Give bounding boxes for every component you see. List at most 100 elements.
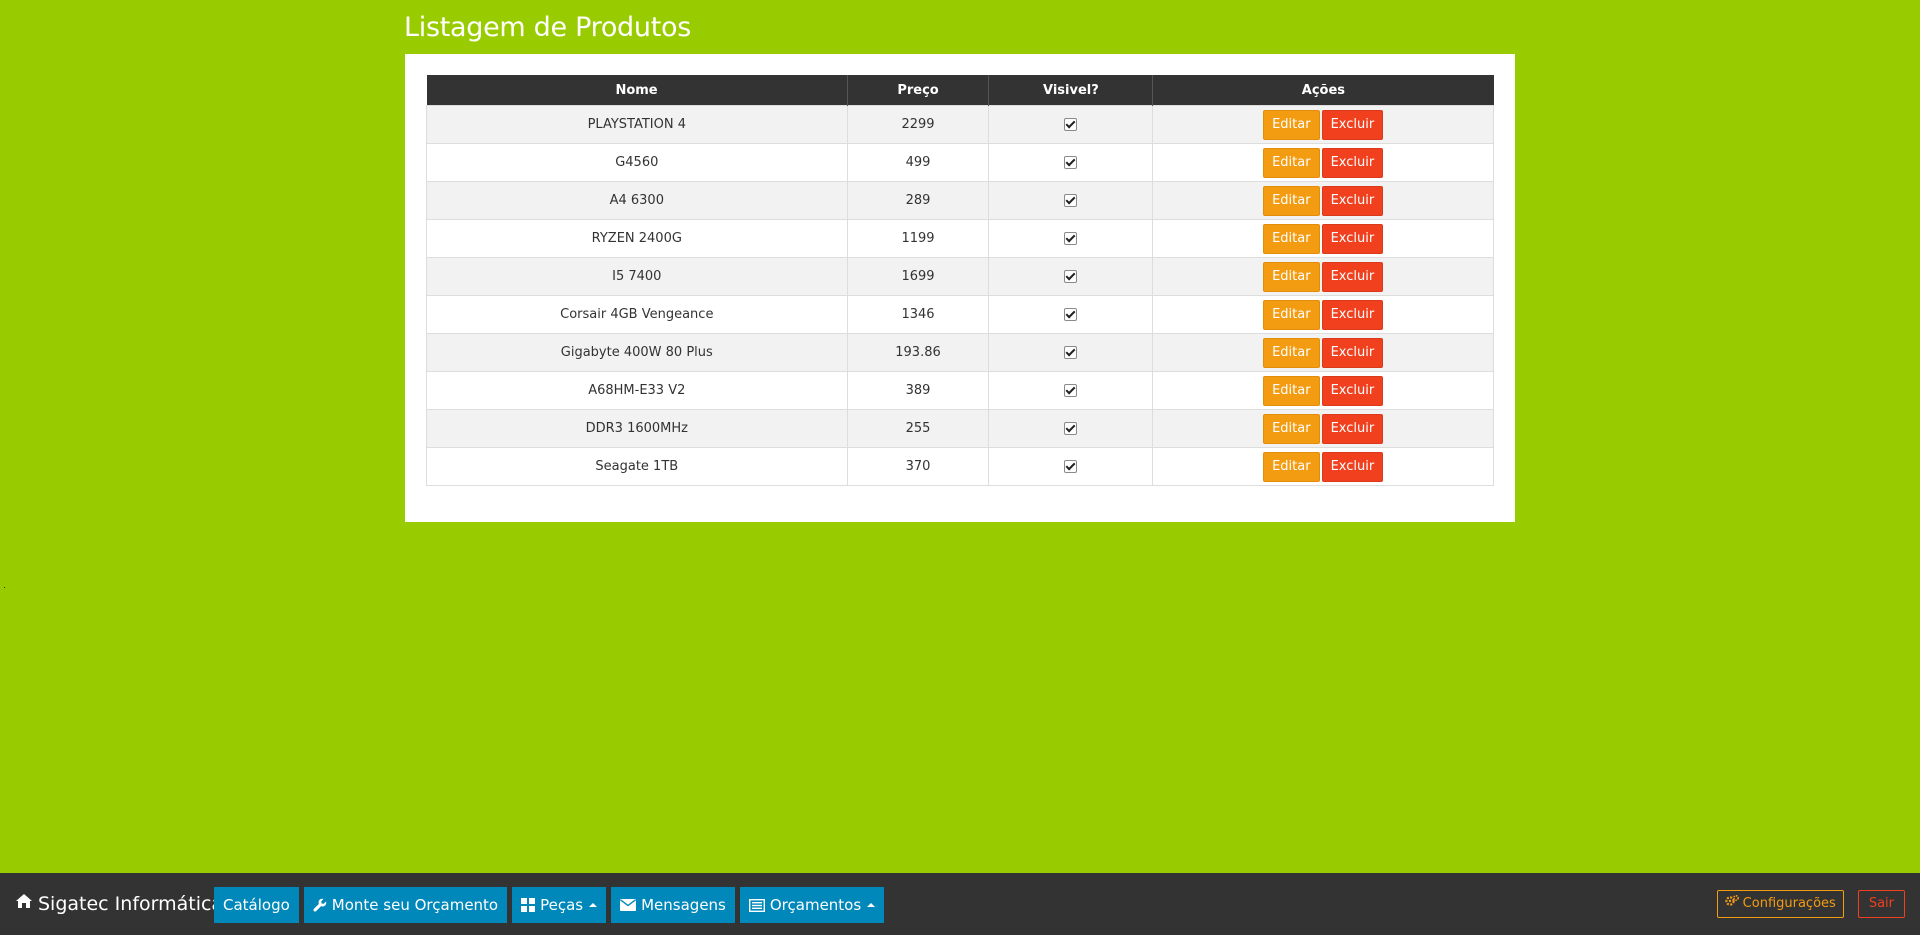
visible-checkbox — [1064, 156, 1078, 169]
product-visible-cell — [988, 409, 1154, 448]
product-visible-cell — [988, 219, 1154, 258]
product-name-cell: G4560 — [426, 143, 848, 182]
product-price-cell: 289 — [846, 181, 990, 220]
edit-button[interactable]: Editar — [1263, 109, 1320, 140]
nav-pecas-label: Peças — [540, 896, 584, 914]
table-header-row: Nome Preço Visivel? Ações — [426, 75, 1494, 106]
delete-button[interactable]: Excluir — [1321, 337, 1384, 368]
product-visible-cell — [988, 447, 1154, 486]
visible-checkbox — [1064, 118, 1078, 131]
table-row: I5 7400 1699 Editar Excluir — [426, 257, 1494, 296]
logout-button[interactable]: Sair — [1857, 890, 1905, 918]
header-preco: Preço — [847, 75, 990, 106]
envelope-icon — [620, 899, 637, 911]
products-panel: Nome Preço Visivel? Ações PLAYSTATION 42… — [405, 54, 1515, 522]
header-visivel: Visivel? — [988, 75, 1154, 106]
delete-button[interactable]: Excluir — [1321, 223, 1384, 254]
nav-pecas-dropdown[interactable]: Peças — [512, 887, 607, 923]
edit-button[interactable]: Editar — [1263, 223, 1320, 254]
product-name-cell: Corsair 4GB Vengeance — [426, 295, 848, 334]
product-price-cell: 499 — [846, 143, 990, 182]
product-actions-cell: Editar Excluir — [1152, 447, 1494, 486]
visible-checkbox — [1064, 194, 1078, 207]
product-actions-cell: Editar Excluir — [1152, 105, 1494, 144]
home-icon — [15, 872, 33, 934]
table-row: RYZEN 2400G 1199 Editar Excluir — [426, 219, 1494, 258]
edit-button[interactable]: Editar — [1263, 337, 1320, 368]
product-name-cell: PLAYSTATION 4 — [426, 105, 848, 144]
product-visible-cell — [988, 295, 1154, 334]
delete-button[interactable]: Excluir — [1321, 413, 1384, 444]
nav-mensagens-button[interactable]: Mensagens — [611, 887, 735, 923]
product-name-cell: DDR3 1600MHz — [426, 409, 848, 448]
product-actions-cell: Editar Excluir — [1152, 371, 1494, 410]
product-visible-cell — [988, 181, 1154, 220]
nav-orcamentos-label: Orçamentos — [769, 896, 862, 914]
product-actions-cell: Editar Excluir — [1152, 257, 1494, 296]
product-name-cell: I5 7400 — [426, 257, 848, 296]
nav-catalogo-button[interactable]: Catálogo — [214, 887, 299, 923]
table-row: A68HM-E33 V2 389 Editar Excluir — [426, 371, 1494, 410]
edit-button[interactable]: Editar — [1263, 451, 1320, 482]
delete-button[interactable]: Excluir — [1321, 147, 1384, 178]
edit-button[interactable]: Editar — [1263, 147, 1320, 178]
product-price-cell: 255 — [846, 409, 990, 448]
grid-icon — [521, 898, 536, 912]
edit-button[interactable]: Editar — [1263, 299, 1320, 330]
visible-checkbox — [1064, 308, 1078, 321]
visible-checkbox — [1064, 460, 1078, 473]
product-actions-cell: Editar Excluir — [1152, 295, 1494, 334]
edit-button[interactable]: Editar — [1263, 375, 1320, 406]
product-price-cell: 1199 — [846, 219, 990, 258]
gears-icon — [1724, 891, 1739, 917]
caret-up-icon — [589, 903, 598, 907]
table-row: Corsair 4GB Vengeance 1346 Editar Excluir — [426, 295, 1494, 334]
bottom-navbar: Sigatec Informática Catálogo Monte seu O… — [0, 873, 1920, 935]
product-price-cell: 2299 — [846, 105, 990, 144]
settings-label: Configurações — [1742, 896, 1836, 911]
caret-up-icon — [867, 903, 876, 907]
nav-catalogo-label: Catálogo — [223, 896, 290, 914]
product-name-cell: A68HM-E33 V2 — [426, 371, 848, 410]
delete-button[interactable]: Excluir — [1321, 375, 1384, 406]
visible-checkbox — [1064, 232, 1078, 245]
product-name-cell: Seagate 1TB — [426, 447, 848, 486]
product-actions-cell: Editar Excluir — [1152, 409, 1494, 448]
brand-link[interactable]: Sigatec Informática — [15, 873, 223, 935]
edit-button[interactable]: Editar — [1263, 261, 1320, 292]
brand-name: Sigatec Informática — [38, 893, 224, 915]
product-visible-cell — [988, 105, 1154, 144]
product-actions-cell: Editar Excluir — [1152, 181, 1494, 220]
delete-button[interactable]: Excluir — [1321, 261, 1384, 292]
product-visible-cell — [988, 333, 1154, 372]
product-price-cell: 1346 — [846, 295, 990, 334]
nav-monte-orcamento-label: Monte seu Orçamento — [331, 896, 499, 914]
table-row: DDR3 1600MHz 255 Editar Excluir — [426, 409, 1494, 448]
delete-button[interactable]: Excluir — [1321, 299, 1384, 330]
product-name-cell: A4 6300 — [426, 181, 848, 220]
table-row: PLAYSTATION 4 2299 Editar Excluir — [426, 105, 1494, 144]
table-row: Gigabyte 400W 80 Plus 193.86 Editar Excluir — [426, 333, 1494, 372]
table-row: G4560 499 Editar Excluir — [426, 143, 1494, 182]
product-price-cell: 193.86 — [846, 333, 990, 372]
main-nav: Catálogo Monte seu Orçamento Peças Mensa… — [214, 887, 885, 923]
nav-orcamentos-dropdown[interactable]: Orçamentos — [739, 887, 885, 923]
table-row: A4 6300 289 Editar Excluir — [426, 181, 1494, 220]
visible-checkbox — [1064, 270, 1078, 283]
delete-button[interactable]: Excluir — [1321, 451, 1384, 482]
edit-button[interactable]: Editar — [1263, 185, 1320, 216]
products-table: Nome Preço Visivel? Ações PLAYSTATION 42… — [426, 75, 1494, 486]
visible-checkbox — [1064, 384, 1078, 397]
product-visible-cell — [988, 143, 1154, 182]
product-price-cell: 1699 — [846, 257, 990, 296]
delete-button[interactable]: Excluir — [1321, 185, 1384, 216]
settings-button[interactable]: Configurações — [1716, 890, 1844, 918]
visible-checkbox — [1064, 346, 1078, 359]
delete-button[interactable]: Excluir — [1321, 109, 1384, 140]
edit-button[interactable]: Editar — [1263, 413, 1320, 444]
list-icon — [748, 898, 765, 912]
stray-dot — [4, 587, 5, 588]
nav-monte-orcamento-button[interactable]: Monte seu Orçamento — [303, 887, 508, 923]
header-nome: Nome — [426, 75, 848, 106]
page-title: Listagem de Produtos — [404, 12, 691, 43]
